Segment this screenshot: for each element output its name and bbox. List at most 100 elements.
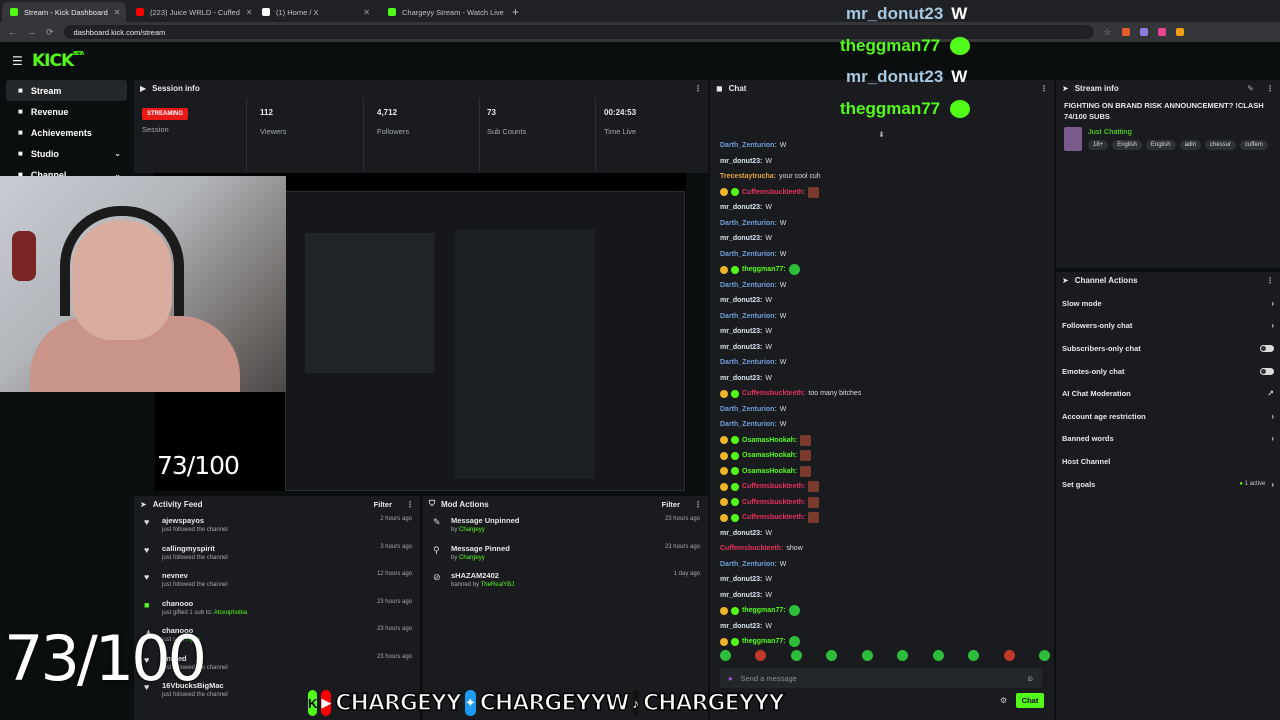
quick-emote-icon[interactable]	[897, 650, 909, 661]
bookmark-star-icon[interactable]: ☆	[1104, 27, 1112, 38]
channel-action-account-age-restriction[interactable]: Account age restriction ›	[1056, 405, 1280, 428]
channel-action-host-channel[interactable]: Host Channel	[1056, 450, 1280, 473]
mod-action-item[interactable]: ✎ Message Unpinned by Chargeyy 23 hours ago	[423, 512, 708, 540]
moderator-name[interactable]: TheRealYBJ	[481, 582, 515, 588]
chat-username[interactable]: Darth_Zenturion:	[720, 313, 777, 320]
chat-username[interactable]: mr_donut23:	[720, 375, 762, 382]
moderator-name[interactable]: Chargeyy	[459, 527, 485, 533]
new-tab-button[interactable]: +	[512, 5, 519, 19]
chat-username[interactable]: Cuffemsbuckteeth:	[742, 390, 805, 397]
chat-username[interactable]: Darth_Zenturion:	[720, 220, 777, 227]
chat-username[interactable]: Darth_Zenturion:	[720, 251, 777, 258]
quick-emote-icon[interactable]	[826, 650, 838, 661]
stream-tag[interactable]: cuffem	[1239, 140, 1268, 150]
chat-username[interactable]: Cuffemsbuckteeth:	[742, 514, 805, 521]
filter-button[interactable]: Filter	[374, 500, 392, 509]
mod-action-item[interactable]: ⚲ Message Pinned by Chargeyy 23 hours ago	[423, 540, 708, 568]
stream-tag[interactable]: chessur	[1204, 140, 1236, 150]
moderator-name[interactable]: Chargeyy	[459, 555, 485, 561]
microphone-icon[interactable]: ●	[728, 674, 733, 683]
channel-action-followers-only-chat[interactable]: Followers-only chat ›	[1056, 315, 1280, 338]
channel-action-slow-mode[interactable]: Slow mode ›	[1056, 292, 1280, 315]
channel-action-banned-words[interactable]: Banned words ›	[1056, 428, 1280, 451]
emote-picker-icon[interactable]: ☺	[1026, 674, 1034, 683]
quick-emote-icon[interactable]	[790, 650, 802, 661]
stream-tag[interactable]: English	[1112, 140, 1142, 150]
extension-icon[interactable]	[1157, 28, 1166, 36]
chat-username[interactable]: Darth_Zenturion:	[720, 142, 777, 149]
chat-username[interactable]: mr_donut23:	[720, 530, 762, 537]
activity-item[interactable]: ■ chanooo just gifted 1 sub to: Atoxophobi…	[134, 595, 420, 623]
sidebar-item-revenue[interactable]: ■ Revenue	[6, 101, 127, 122]
quick-emote-icon[interactable]	[932, 650, 944, 661]
close-tab-icon[interactable]: ✕	[114, 8, 121, 17]
more-options-icon[interactable]: ⋮	[694, 500, 702, 509]
mod-action-item[interactable]: ⊘ sHAZAM2402 banned by TheRealYBJ 1 day ago	[423, 567, 708, 595]
browser-tab[interactable]: Stream - Kick Dashboard ✕	[2, 2, 126, 22]
channel-action-ai-chat-moderation[interactable]: AI Chat Moderation ↗	[1056, 382, 1280, 405]
stream-tag[interactable]: adin	[1179, 140, 1201, 150]
extension-icon[interactable]	[1175, 28, 1184, 36]
chat-username[interactable]: mr_donut23:	[720, 623, 762, 630]
chat-username[interactable]: Cuffemsbuckteeth:	[742, 499, 805, 506]
chat-username[interactable]: mr_donut23:	[720, 297, 762, 304]
reload-icon[interactable]: ⟳	[46, 27, 54, 38]
chat-username[interactable]: Darth_Zenturion:	[720, 282, 777, 289]
chat-username[interactable]: mr_donut23:	[720, 158, 762, 165]
activity-username[interactable]: nevnev	[162, 571, 228, 580]
chat-username[interactable]: mr_donut23:	[720, 576, 762, 583]
quick-emote-icon[interactable]	[755, 650, 767, 661]
quick-emote-icon[interactable]	[1003, 650, 1015, 661]
chat-message-list[interactable]: Darth_Zenturion: Wmr_donut23: W Trecestaytr…	[720, 138, 1050, 650]
activity-username[interactable]: callingmyspirit	[162, 544, 228, 553]
browser-tab[interactable]: (223) Juice WRLD - Cuffed ✕	[128, 2, 252, 22]
filter-button[interactable]: Filter	[662, 500, 680, 509]
stream-tag[interactable]: 18+	[1088, 140, 1109, 150]
kick-logo[interactable]: KICKBETA	[32, 51, 84, 71]
quick-emote-icon[interactable]	[968, 650, 980, 661]
quick-emote-icon[interactable]	[1038, 650, 1050, 661]
quick-emote-icon[interactable]	[861, 650, 873, 661]
chat-username[interactable]: OsamasHookah:	[742, 452, 797, 459]
chat-username[interactable]: theggman77:	[742, 607, 786, 614]
chat-username[interactable]: mr_donut23:	[720, 344, 762, 351]
more-options-icon[interactable]: ⋮	[694, 84, 702, 93]
chat-username[interactable]: Cuffemsbuckteeth:	[720, 545, 783, 552]
edit-icon[interactable]: ✎	[1247, 84, 1254, 93]
more-options-icon[interactable]: ⋮	[406, 500, 414, 509]
sidebar-item-achievements[interactable]: ■ Achievements	[6, 122, 127, 143]
chat-username[interactable]: theggman77:	[742, 266, 786, 273]
forward-icon[interactable]: →	[27, 27, 36, 37]
settings-gear-icon[interactable]: ⚙	[1000, 696, 1007, 705]
extension-icon[interactable]	[1121, 28, 1130, 36]
channel-action-subscribers-only-chat[interactable]: Subscribers-only chat	[1056, 337, 1280, 360]
sidebar-item-studio[interactable]: ■ Studio ⌄	[6, 143, 127, 164]
channel-action-set-goals[interactable]: Set goals ● 1 active ›	[1056, 473, 1280, 496]
chat-username[interactable]: OsamasHookah:	[742, 468, 797, 475]
category-name[interactable]: Just Chatting	[1088, 127, 1268, 136]
back-icon[interactable]: ←	[8, 27, 17, 37]
chat-username[interactable]: mr_donut23:	[720, 328, 762, 335]
send-chat-button[interactable]: Chat	[1016, 693, 1044, 708]
activity-username[interactable]: chanooo	[162, 599, 247, 608]
browser-tab[interactable]: Chargeyy Stream - Watch Live✕	[380, 2, 504, 22]
close-tab-icon[interactable]: ✕	[363, 8, 370, 17]
stream-tag[interactable]: English	[1145, 140, 1176, 150]
close-tab-icon[interactable]: ✕	[246, 8, 252, 17]
extension-icon[interactable]	[1139, 28, 1148, 36]
activity-item[interactable]: ♥ callingmyspirit just followed the channe…	[134, 540, 420, 568]
chat-username[interactable]: mr_donut23:	[720, 235, 762, 242]
toggle-switch[interactable]	[1260, 367, 1274, 375]
chat-username[interactable]: Cuffemsbuckteeth:	[742, 483, 805, 490]
chat-username[interactable]: Darth_Zenturion:	[720, 561, 777, 568]
channel-action-emotes-only-chat[interactable]: Emotes-only chat	[1056, 360, 1280, 383]
toggle-switch[interactable]	[1260, 344, 1274, 352]
sidebar-item-stream[interactable]: ■ Stream	[6, 80, 127, 101]
activity-username[interactable]: ajewspayos	[162, 516, 228, 525]
menu-icon[interactable]: ☰	[12, 54, 23, 68]
chat-input[interactable]: ● Send a message ☺	[720, 668, 1042, 688]
more-options-icon[interactable]: ⋮	[1266, 276, 1274, 285]
chat-username[interactable]: Darth_Zenturion:	[720, 359, 777, 366]
browser-tab[interactable]: (1) Home / X ✕	[254, 2, 378, 22]
chat-username[interactable]: mr_donut23:	[720, 204, 762, 211]
